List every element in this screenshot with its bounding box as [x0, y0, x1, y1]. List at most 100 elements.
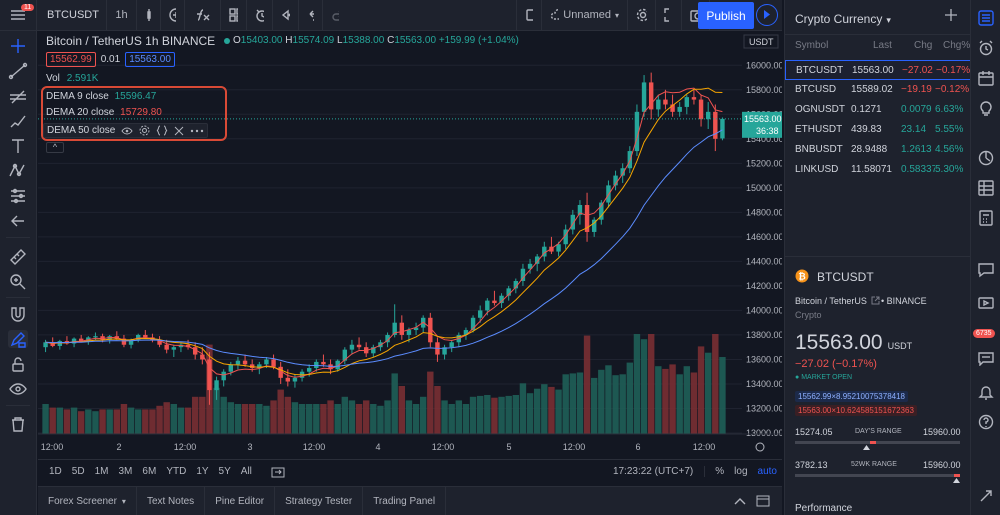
zoom-tool[interactable]	[8, 272, 28, 290]
data-window-toggle[interactable]	[978, 150, 994, 166]
braces-icon[interactable]	[156, 125, 168, 136]
back-arrow-tool[interactable]	[8, 212, 28, 230]
range-button-ytd[interactable]: YTD	[161, 466, 191, 477]
lock-drawing-tool[interactable]	[8, 330, 28, 348]
calculator-toggle[interactable]	[978, 210, 994, 226]
col-chg[interactable]: Chg	[914, 40, 932, 51]
ruler-tool[interactable]	[8, 247, 28, 265]
dema20-legend[interactable]: DEMA 20 close 15729.80	[46, 107, 162, 118]
watchlist-row[interactable]: ETHUSDT 439.83 23.14 5.55%	[785, 120, 971, 140]
gear-icon[interactable]	[139, 125, 150, 136]
messages-toggle[interactable]	[978, 350, 994, 367]
volume-bar	[263, 405, 270, 434]
indicators-button[interactable]	[185, 0, 221, 31]
external-link-icon[interactable]	[871, 296, 880, 305]
watchlist-row[interactable]: BNBUSDT 28.9488 1.2613 4.56%	[785, 140, 971, 160]
menu-button[interactable]: 11	[0, 0, 37, 31]
percent-toggle[interactable]: %	[704, 466, 729, 477]
calendar-toggle[interactable]	[978, 70, 994, 86]
symbol-legend-title[interactable]: Bitcoin / TetherUS 1h BINANCE	[46, 34, 215, 48]
add-symbol-button[interactable]	[945, 8, 957, 26]
col-symbol[interactable]: Symbol	[795, 40, 828, 51]
notifications-toggle[interactable]	[978, 384, 994, 400]
eye-icon[interactable]	[121, 126, 133, 136]
detail-name[interactable]: Bitcoin / TetherUS	[795, 296, 867, 306]
watchlist-row[interactable]: OGNUSDT 0.1271 0.0079 6.63%	[785, 100, 971, 120]
range-button-3m[interactable]: 3M	[114, 466, 138, 477]
volume-legend[interactable]: Vol 2.591K	[46, 73, 98, 84]
tab-trading-panel[interactable]: Trading Panel	[363, 486, 447, 515]
undo-button[interactable]	[299, 0, 323, 31]
timezone-clock[interactable]: 17:23:22 (UTC+7)	[608, 466, 698, 477]
play-button[interactable]	[756, 4, 778, 26]
brush-tool[interactable]	[8, 112, 28, 130]
performance-heading[interactable]: Performance	[795, 503, 852, 514]
streams-toggle[interactable]	[978, 295, 994, 311]
text-tool[interactable]	[8, 137, 28, 155]
replay-button[interactable]	[273, 0, 299, 31]
redo-button[interactable]	[323, 0, 347, 31]
hide-drawings-tool[interactable]	[8, 380, 28, 398]
crosshair-tool[interactable]	[8, 37, 28, 55]
volume-bar	[298, 404, 306, 434]
templates-button[interactable]	[221, 0, 247, 31]
expand-toggle[interactable]	[978, 488, 994, 504]
more-icon[interactable]	[190, 128, 204, 134]
magnet-tool[interactable]	[8, 305, 28, 323]
layout-name-button[interactable]: Unnamed ▾	[542, 0, 628, 31]
help-toggle[interactable]	[978, 414, 994, 430]
watchlist-toggle[interactable]	[978, 10, 994, 26]
prediction-tool[interactable]	[8, 187, 28, 205]
col-chgp[interactable]: Chg%	[943, 40, 970, 51]
dema9-legend[interactable]: DEMA 9 close 15596.47	[46, 91, 156, 102]
compare-button[interactable]	[161, 0, 185, 31]
watchlist-row[interactable]: BTCUSDT 15563.00 −27.02 −0.17%	[785, 60, 971, 80]
ideas-toggle[interactable]	[978, 100, 994, 116]
close-icon[interactable]	[174, 126, 184, 136]
symbol-search[interactable]: BTCUSDT	[37, 0, 107, 31]
range-button-5d[interactable]: 5D	[67, 466, 90, 477]
alerts-toggle[interactable]	[978, 40, 994, 56]
settings-button[interactable]	[628, 0, 656, 31]
detail-symbol[interactable]: BTCUSDT	[817, 270, 874, 284]
tab-forex-screener[interactable]: Forex Screener ▾	[38, 486, 137, 515]
auto-toggle[interactable]: auto	[753, 466, 782, 477]
range-button-1y[interactable]: 1Y	[191, 466, 213, 477]
range-button-5y[interactable]: 5Y	[214, 466, 236, 477]
layout-select-button[interactable]	[516, 0, 542, 31]
range-button-1d[interactable]: 1D	[44, 466, 67, 477]
col-last[interactable]: Last	[873, 40, 892, 51]
watchlist-title[interactable]: Crypto Currency ▾	[795, 12, 891, 26]
range-button-1m[interactable]: 1M	[90, 466, 114, 477]
dema50-legend[interactable]: DEMA 50 close	[43, 123, 209, 138]
interval-button[interactable]: 1h	[107, 0, 137, 31]
pattern-tool[interactable]	[8, 162, 28, 180]
chevron-up-icon[interactable]	[734, 496, 746, 506]
alert-button[interactable]	[247, 0, 273, 31]
trendline-tool[interactable]	[8, 62, 28, 80]
lock-tool[interactable]	[8, 355, 28, 373]
watchlist-row[interactable]: LINKUSD 11.58071 0.5833795.30%	[785, 160, 971, 180]
tab-pine-editor[interactable]: Pine Editor	[205, 486, 276, 515]
notifications-badge[interactable]: 6735	[973, 329, 995, 338]
publish-button[interactable]: Publish	[698, 2, 754, 29]
detail-price: 15563.00 USDT	[795, 331, 912, 355]
maximize-icon[interactable]	[756, 495, 770, 507]
range-button-all[interactable]: All	[236, 466, 257, 477]
collapse-legend-button[interactable]: ^	[46, 142, 64, 153]
fullscreen-button[interactable]	[656, 0, 682, 31]
sell-price-button[interactable]: 15562.99	[46, 52, 96, 67]
tab-strategy-tester[interactable]: Strategy Tester	[275, 486, 364, 515]
date-range-icon[interactable]	[271, 466, 285, 478]
range-button-6m[interactable]: 6M	[137, 466, 161, 477]
tab-text-notes[interactable]: Text Notes	[137, 486, 206, 515]
watchlist-row[interactable]: BTCUSD 15589.02 −19.19 −0.12%	[785, 80, 971, 100]
buy-price-button[interactable]: 15563.00	[125, 52, 175, 67]
log-toggle[interactable]: log	[729, 466, 752, 477]
pitchfork-tool[interactable]	[8, 87, 28, 105]
hotlist-toggle[interactable]	[978, 180, 994, 196]
bar-style-button[interactable]	[137, 0, 161, 31]
chat-toggle[interactable]	[978, 262, 994, 278]
remove-drawings-tool[interactable]	[8, 415, 28, 433]
chart-pane[interactable]: 16000.0015800.0015600.0015400.0015200.00…	[38, 31, 782, 486]
